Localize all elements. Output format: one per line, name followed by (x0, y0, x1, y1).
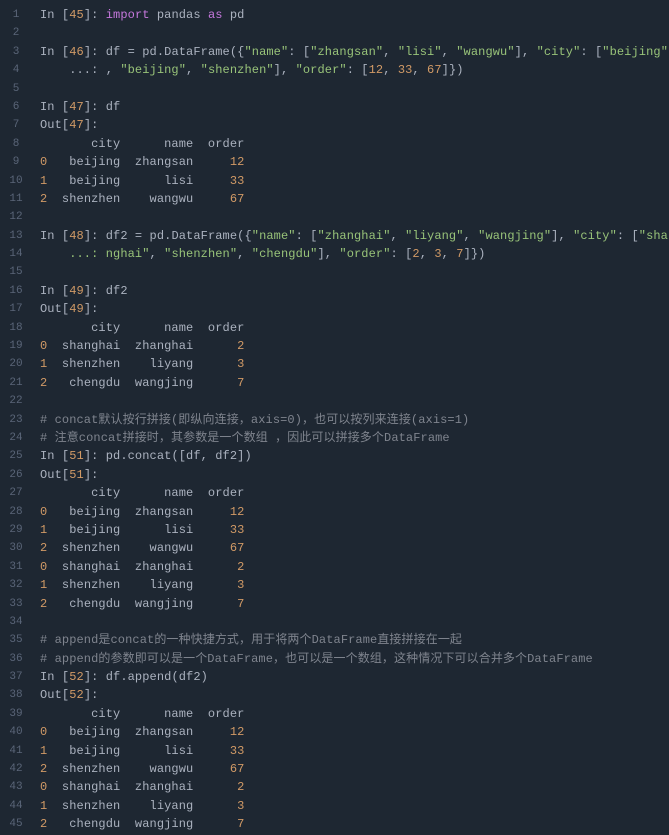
code-line (40, 263, 669, 281)
line-number: 38 (0, 686, 32, 704)
code-line: 1 shenzhen liyang 3 (40, 576, 669, 594)
code-line: 2 shenzhen wangwu 67 (40, 539, 669, 557)
line-number: 10 (0, 172, 32, 190)
line-number: 5 (0, 80, 32, 98)
code-line: In [47]: df (40, 98, 669, 116)
line-number: 9 (0, 153, 32, 171)
line-number: 36 (0, 650, 32, 668)
line-number: 16 (0, 282, 32, 300)
line-number: 22 (0, 392, 32, 410)
line-number: 24 (0, 429, 32, 447)
line-number: 26 (0, 466, 32, 484)
line-number: 6 (0, 98, 32, 116)
line-number: 39 (0, 705, 32, 723)
code-line: In [51]: pd.concat([df, df2]) (40, 447, 669, 465)
code-line: ...: , "beijing", "shenzhen"], "order": … (40, 61, 669, 79)
code-line: In [48]: df2 = pd.DataFrame({"name": ["z… (40, 227, 669, 245)
code-line: In [49]: df2 (40, 282, 669, 300)
line-number: 43 (0, 778, 32, 796)
code-line: Out[52]: (40, 686, 669, 704)
line-number-gutter: 1234567891011121314151617181920212223242… (0, 0, 32, 835)
line-number: 7 (0, 116, 32, 134)
code-line: 0 shanghai zhanghai 2 (40, 337, 669, 355)
code-line: city name order (40, 319, 669, 337)
code-line: city name order (40, 705, 669, 723)
code-line: In [52]: df.append(df2) (40, 668, 669, 686)
code-line (40, 208, 669, 226)
line-number: 3 (0, 43, 32, 61)
line-number: 18 (0, 319, 32, 337)
code-line: # 注意concat拼接时，其参数是一个数组 ，因此可以拼接多个DataFram… (40, 429, 669, 447)
code-line: 2 chengdu wangjing 7 (40, 374, 669, 392)
line-number: 34 (0, 613, 32, 631)
line-number: 8 (0, 135, 32, 153)
code-line: 0 shanghai zhanghai 2 (40, 778, 669, 796)
line-number: 2 (0, 24, 32, 42)
code-line: 1 beijing lisi 33 (40, 521, 669, 539)
line-number: 19 (0, 337, 32, 355)
line-number: 28 (0, 503, 32, 521)
line-number: 20 (0, 355, 32, 373)
line-number: 44 (0, 797, 32, 815)
code-line: 1 beijing lisi 33 (40, 172, 669, 190)
line-number: 42 (0, 760, 32, 778)
code-line: Out[49]: (40, 300, 669, 318)
line-number: 41 (0, 742, 32, 760)
line-number: 37 (0, 668, 32, 686)
code-line: # append的参数即可以是一个DataFrame，也可以是一个数组，这种情况… (40, 650, 669, 668)
line-number: 30 (0, 539, 32, 557)
code-line: city name order (40, 484, 669, 502)
line-number: 40 (0, 723, 32, 741)
code-line: In [46]: df = pd.DataFrame({"name": ["zh… (40, 43, 669, 61)
code-line (40, 80, 669, 98)
line-number: 27 (0, 484, 32, 502)
code-line (40, 392, 669, 410)
line-number: 11 (0, 190, 32, 208)
line-number: 21 (0, 374, 32, 392)
line-number: 31 (0, 558, 32, 576)
code-line: 1 beijing lisi 33 (40, 742, 669, 760)
line-number: 15 (0, 263, 32, 281)
code-line: 1 shenzhen liyang 3 (40, 797, 669, 815)
line-number: 13 (0, 227, 32, 245)
code-line: ...: nghai", "shenzhen", "chengdu"], "or… (40, 245, 669, 263)
line-number: 14 (0, 245, 32, 263)
code-line (40, 613, 669, 631)
line-number: 29 (0, 521, 32, 539)
line-number: 4 (0, 61, 32, 79)
code-line (40, 24, 669, 42)
code-line: 0 beijing zhangsan 12 (40, 503, 669, 521)
code-line: 1 shenzhen liyang 3 (40, 355, 669, 373)
line-number: 32 (0, 576, 32, 594)
line-number: 23 (0, 411, 32, 429)
line-number: 12 (0, 208, 32, 226)
code-content[interactable]: In [45]: import pandas as pd In [46]: df… (32, 0, 669, 835)
code-line: # append是concat的一种快捷方式，用于将两个DataFrame直接拼… (40, 631, 669, 649)
code-line: 2 chengdu wangjing 7 (40, 815, 669, 833)
line-number: 1 (0, 6, 32, 24)
code-line: Out[51]: (40, 466, 669, 484)
code-line: 0 beijing zhangsan 12 (40, 723, 669, 741)
line-number: 33 (0, 595, 32, 613)
line-number: 25 (0, 447, 32, 465)
line-number: 45 (0, 815, 32, 833)
code-line: 2 chengdu wangjing 7 (40, 595, 669, 613)
line-number: 35 (0, 631, 32, 649)
code-line: In [45]: import pandas as pd (40, 6, 669, 24)
code-line: Out[47]: (40, 116, 669, 134)
code-line: # concat默认按行拼接(即纵向连接，axis=0)，也可以按列来连接(ax… (40, 411, 669, 429)
line-number: 17 (0, 300, 32, 318)
code-line: 2 shenzhen wangwu 67 (40, 760, 669, 778)
code-line: 2 shenzhen wangwu 67 (40, 190, 669, 208)
code-line: 0 beijing zhangsan 12 (40, 153, 669, 171)
code-line: 0 shanghai zhanghai 2 (40, 558, 669, 576)
code-line: city name order (40, 135, 669, 153)
